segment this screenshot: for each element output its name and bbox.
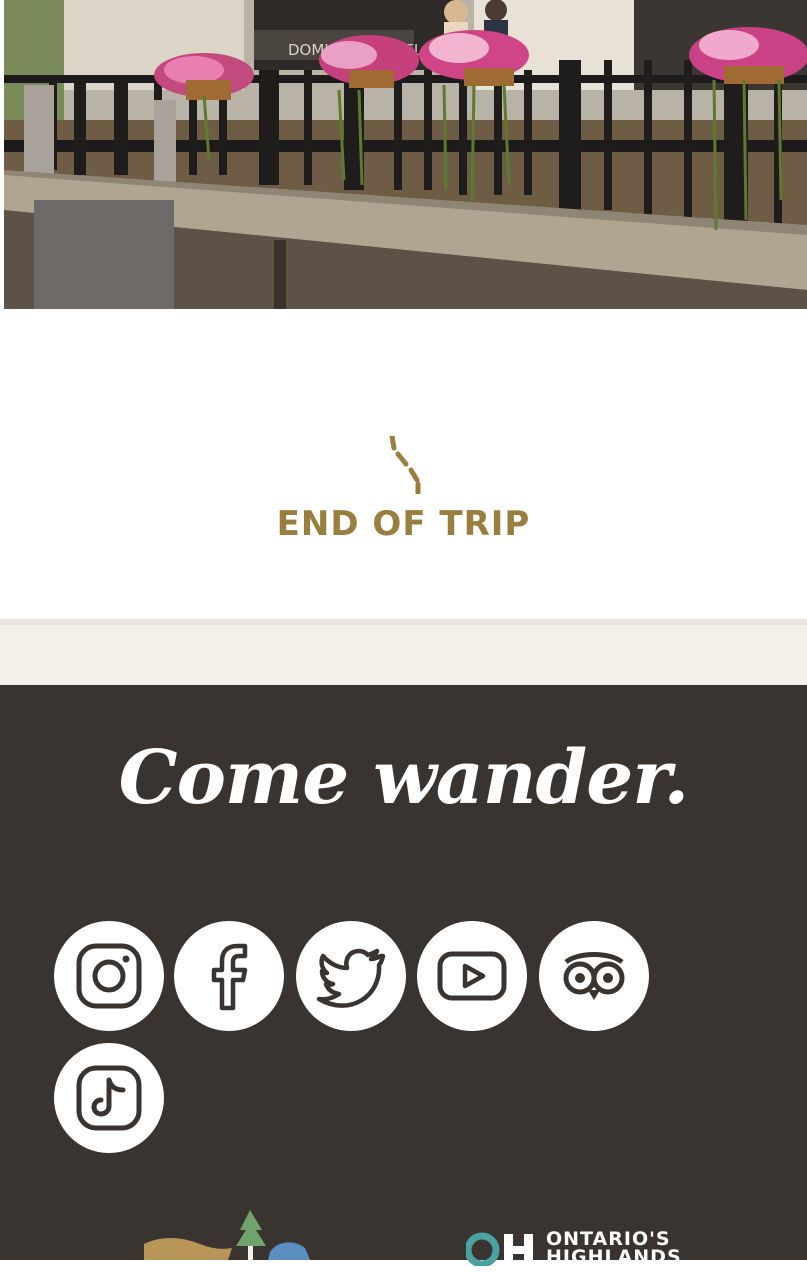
route-end-icon <box>389 436 421 494</box>
instagram-link[interactable] <box>54 921 164 1031</box>
regional-logo-icon <box>144 1210 310 1260</box>
end-of-trip-section: END OF TRIP <box>0 309 807 619</box>
end-of-trip-title: END OF TRIP <box>276 504 531 544</box>
partner-logos: ONTARIO'S HIGHLANDS <box>0 1190 807 1267</box>
twitter-icon <box>316 948 386 1008</box>
bridge-photo: DOMINION HOTEL <box>4 0 807 309</box>
ontarios-highlands-text: ONTARIO'S HIGHLANDS <box>546 1228 682 1268</box>
hero-image: DOMINION HOTEL <box>4 0 807 309</box>
site-footer: Come wander. ONTARIO'S HIGHLANDS <box>0 685 807 1267</box>
twitter-link[interactable] <box>296 921 406 1031</box>
tiktok-icon <box>76 1065 142 1131</box>
tripadvisor-link[interactable] <box>539 921 649 1031</box>
facebook-link[interactable] <box>174 921 284 1031</box>
ontarios-highlands-mark-icon <box>466 1232 533 1266</box>
ontarios-highlands-logo: ONTARIO'S HIGHLANDS <box>466 1228 686 1272</box>
instagram-icon <box>76 943 142 1009</box>
footer-tagline: Come wander. <box>118 735 690 821</box>
facebook-icon <box>211 943 248 1011</box>
tiktok-link[interactable] <box>54 1043 164 1153</box>
youtube-icon <box>437 951 507 1001</box>
cream-band <box>0 625 807 685</box>
tripadvisor-icon <box>563 952 625 1000</box>
youtube-link[interactable] <box>417 921 527 1031</box>
